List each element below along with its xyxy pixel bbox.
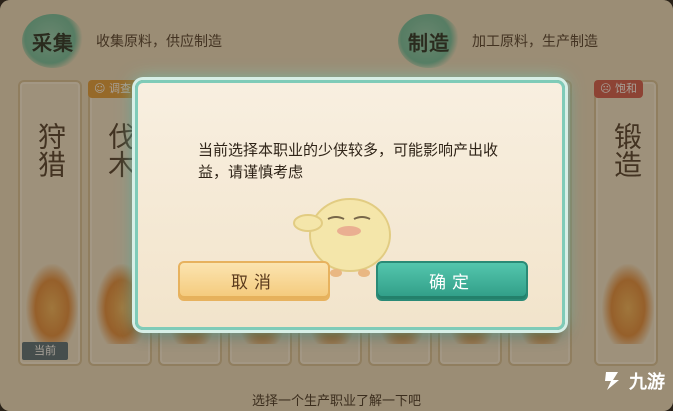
confirm-dialog: 当前选择本职业的少侠较多，可能影响产出收益，请谨慎考虑 取消 确定 <box>135 80 565 330</box>
cancel-button[interactable]: 取消 <box>178 261 330 301</box>
confirm-button[interactable]: 确定 <box>376 261 528 301</box>
watermark-logo: 九游 <box>599 368 665 394</box>
dialog-message: 当前选择本职业的少侠较多，可能影响产出收益，请谨慎考虑 <box>198 141 499 181</box>
watermark-text: 九游 <box>629 372 665 393</box>
nine-game-logo-icon <box>605 372 619 390</box>
game-screen: 采集 收集原料，供应制造 制造 加工原料，生产制造 狩猎 当前 ☺ 调查 伐木 … <box>0 0 673 411</box>
